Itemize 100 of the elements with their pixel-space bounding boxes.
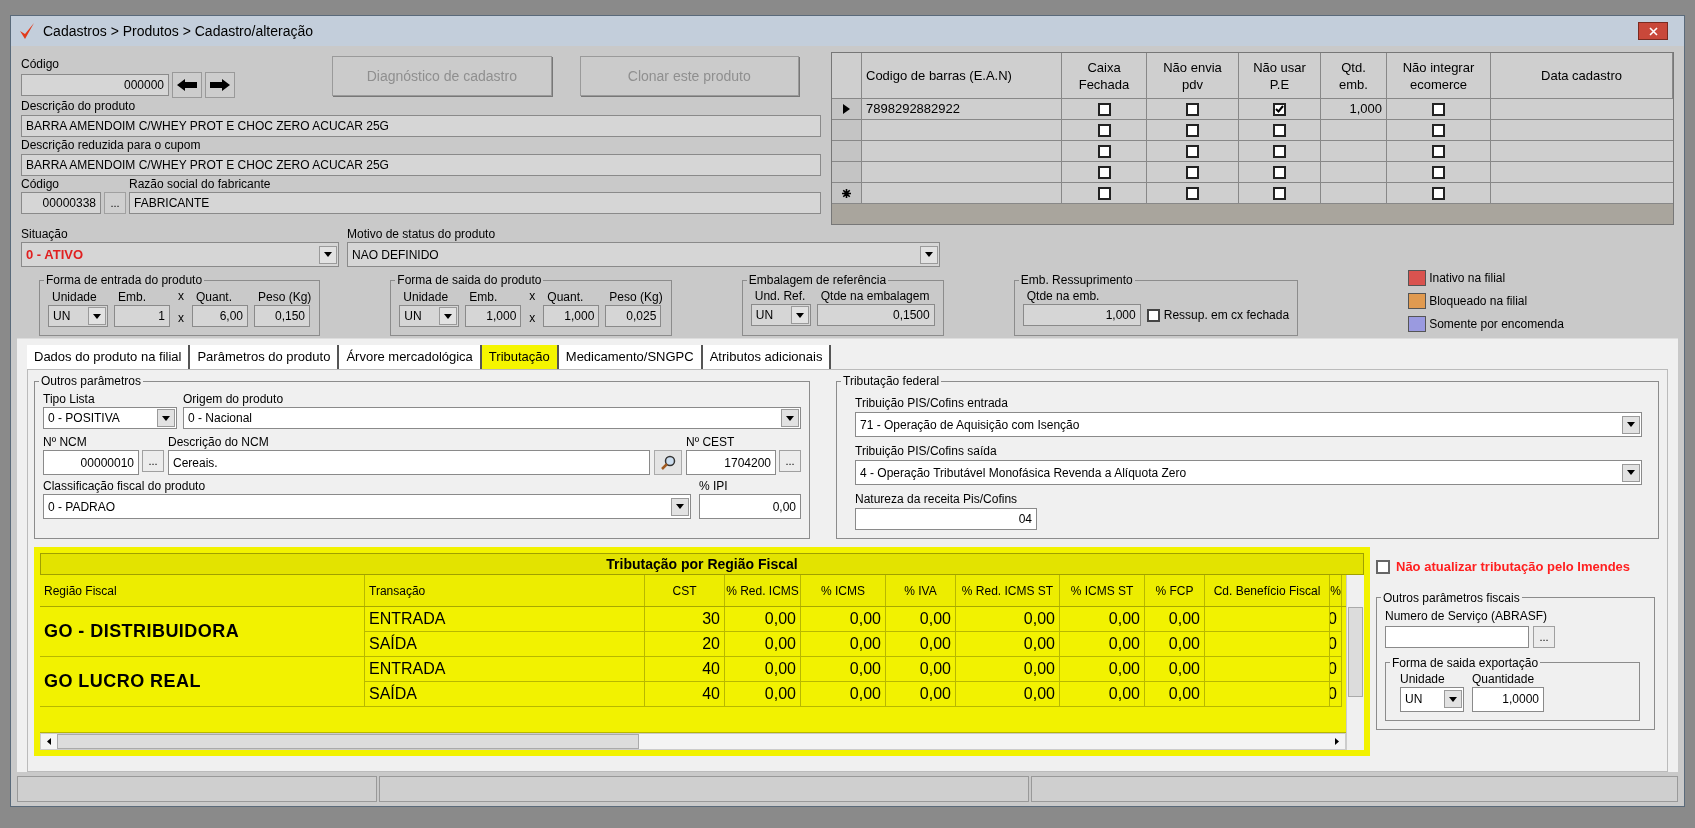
dropdown[interactable]: UN [1400,686,1464,712]
previous-button[interactable] [172,72,202,98]
checkbox[interactable] [1186,165,1199,179]
horizontal-scrollbar[interactable] [40,733,1346,750]
scrollbar-thumb[interactable] [1348,607,1363,697]
checkbox[interactable] [1186,123,1199,137]
tab[interactable]: Medicamento/SNGPC [558,345,703,369]
legend-label: Somente por encomenda [1429,316,1564,333]
checkbox[interactable] [1186,186,1199,200]
checkbox[interactable] [1146,309,1160,322]
checkbox[interactable] [1376,559,1390,574]
tab[interactable]: Tributação [481,345,559,369]
field-label: Natureza da receita Pis/Cofins [855,492,1019,507]
table-cell-text: 7898292882922 [866,100,960,119]
checkbox[interactable] [1432,165,1445,179]
text-field[interactable]: FABRICANTE [129,192,821,214]
row-header[interactable] [832,183,862,203]
ellipsis-button[interactable]: ... [1533,625,1555,648]
text-field[interactable]: 1,0000 [1472,686,1544,712]
ellipsis-button[interactable]: ... [142,450,164,472]
scrollbar-thumb[interactable] [57,734,639,749]
group-title: Outros parâmetros [40,373,143,390]
checkbox[interactable] [1097,102,1111,116]
text-field[interactable]: BARRA AMENDOIM C/WHEY PROT E CHOC ZERO ACUCAR 25G [21,154,821,176]
checkbox[interactable] [1432,144,1445,158]
checkbox[interactable] [1273,102,1286,116]
dropdown[interactable]: UN [750,304,811,326]
text-field[interactable]: 000000 [21,74,169,96]
search-button[interactable] [654,450,682,475]
text-field[interactable] [1385,625,1529,648]
text-field[interactable]: 0,00 [699,494,801,519]
table-cell-text: 0,00 [764,659,796,679]
checkbox[interactable] [1186,102,1199,116]
text-field[interactable]: 04 [855,508,1037,530]
ellipsis-button[interactable]: ... [779,450,801,472]
tab[interactable]: Dados do produto na filial [27,345,191,369]
table-cell-text: 40 [702,684,720,704]
text-field[interactable]: 1,000 [543,305,600,327]
column-header: Região Fiscal [40,575,365,606]
checkbox[interactable] [1186,144,1199,158]
ellipsis-button[interactable]: ... [104,192,126,214]
checkbox[interactable] [1432,123,1445,137]
text-field[interactable]: Cereais. [168,450,650,475]
group-title: Forma de saida exportação [1391,654,1540,672]
text-field[interactable]: 0,025 [605,305,662,327]
table-cell-text: 20 [702,634,720,654]
text-field[interactable]: 0,150 [254,305,310,327]
text-field[interactable]: 1704200 [686,450,776,475]
checkbox-label: Não atualizar tributação pelo Imendes [1396,558,1631,576]
text-field[interactable]: 1,000 [1022,304,1141,326]
next-button[interactable] [205,72,235,98]
table-title: Tributação por Região Fiscal [40,553,1364,575]
checkbox[interactable] [1273,123,1286,137]
checkbox[interactable] [1273,186,1286,200]
row-header[interactable] [832,99,862,119]
dropdown[interactable]: UN [399,305,460,327]
table-cell-text: 0,00 [1108,684,1140,704]
group-title: Tributação federal [842,373,941,390]
table-cell-text: 0,00 [919,659,951,679]
table-cell-text: ENTRADA [369,609,446,629]
text-field[interactable]: 00000010 [43,450,139,475]
table-cell-text: 0,00 [849,634,881,654]
checkbox[interactable] [1273,165,1286,179]
close-button[interactable] [1638,22,1668,40]
text-field[interactable]: 0,1500 [816,304,935,326]
column-header: % ICMS [801,575,886,606]
tab[interactable]: Parâmetros do produto [190,345,340,369]
legend-label: Inativo na filial [1429,270,1506,287]
checkbox[interactable] [1097,123,1111,137]
dropdown[interactable]: UN [48,305,108,327]
checkbox[interactable] [1273,144,1286,158]
text-field[interactable]: 1,000 [465,305,522,327]
checkbox[interactable] [1432,186,1445,200]
field-label: Código [21,177,61,192]
dropdown[interactable]: 0 - POSITIVA [43,407,177,429]
text-field[interactable]: 1 [114,305,170,327]
caret-icon [925,252,933,257]
checkbox[interactable] [1097,186,1111,200]
field-label: Descrição do produto [21,99,137,114]
dropdown[interactable]: 0 - Nacional [183,407,801,429]
vertical-scrollbar[interactable] [1346,575,1364,750]
field-label: Und. Ref. [754,289,807,304]
tab[interactable]: Árvore mercadológica [339,345,482,369]
text-field[interactable]: 00000338 [21,192,101,214]
field-label: Nº CEST [686,435,736,450]
table-cell-text: ENTRADA [369,659,446,679]
dropdown[interactable]: NAO DEFINIDO [347,242,940,267]
checkbox[interactable] [1097,144,1111,158]
dropdown[interactable]: 4 - Operação Tributável Monofásica Revenda a Alíquota Zero [855,460,1642,485]
text-field[interactable]: 6,00 [192,305,248,327]
text-field[interactable]: BARRA AMENDOIM C/WHEY PROT E CHOC ZERO ACUCAR 25G [21,115,821,137]
tab[interactable]: Atributos adicionais [702,345,832,369]
dropdown[interactable]: 71 - Operação de Aquisição com Isenção [855,412,1642,437]
column-header: CST [645,575,725,606]
caret-icon [786,415,794,421]
checkbox[interactable] [1097,165,1111,179]
column-header: % [1330,575,1342,606]
checkbox[interactable] [1432,102,1445,116]
field-label: Nº NCM [43,435,88,450]
dropdown[interactable]: 0 - PADRAO [43,494,691,519]
